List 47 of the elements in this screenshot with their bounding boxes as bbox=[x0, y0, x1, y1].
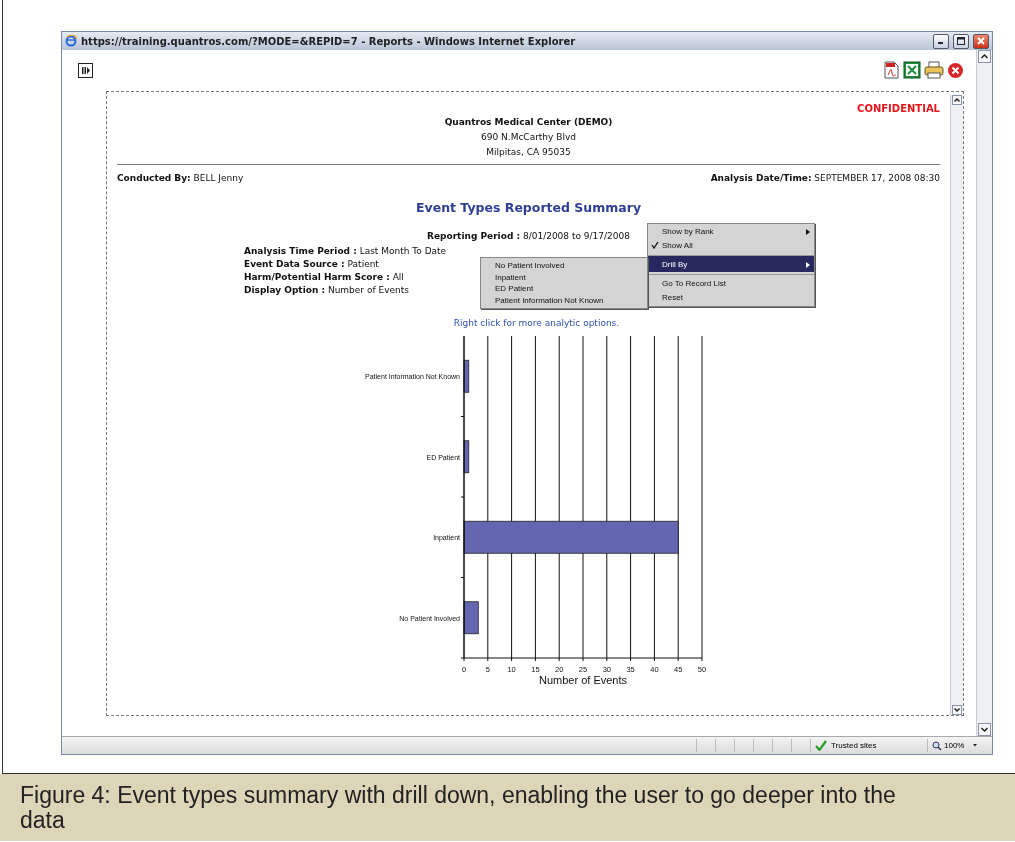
conducted-by-text: Conducted By: BELL Jenny bbox=[117, 172, 244, 183]
bar bbox=[463, 359, 470, 393]
close-icon bbox=[977, 37, 985, 45]
minimize-button[interactable] bbox=[933, 33, 949, 49]
printer-icon[interactable] bbox=[924, 61, 944, 80]
menu-item[interactable]: Patient Information Not Known bbox=[481, 294, 647, 306]
parameter-text: Display Option : Number of Events bbox=[244, 283, 409, 297]
menu-item[interactable]: Inpatient bbox=[481, 271, 647, 283]
analysis-date-text: Analysis Date/Time: SEPTEMBER 17, 2008 08:30 bbox=[710, 172, 940, 183]
bar bbox=[463, 440, 470, 474]
maximize-icon bbox=[957, 37, 965, 45]
menu-item[interactable]: ED Patient bbox=[481, 282, 647, 295]
scrollbar[interactable] bbox=[950, 94, 963, 715]
parameter-text: Analysis Time Period : Last Month To Date bbox=[244, 244, 447, 258]
address-line: Milpitas, CA 95035 bbox=[485, 145, 572, 159]
close-icon[interactable] bbox=[947, 61, 964, 79]
scroll-down-icon[interactable] bbox=[978, 723, 991, 736]
address-line: 690 N.McCarthy Blvd bbox=[480, 130, 577, 144]
scroll-down-icon[interactable] bbox=[952, 705, 962, 715]
zoom-icon[interactable] bbox=[932, 740, 942, 751]
menu-item[interactable]: Show All bbox=[648, 238, 814, 253]
confidential-label: CONFIDENTIAL bbox=[857, 102, 940, 114]
spreadsheet-icon[interactable] bbox=[903, 61, 921, 80]
zoom-level-text[interactable]: 100% bbox=[944, 741, 965, 750]
scrollbar[interactable] bbox=[976, 50, 992, 736]
menu-item[interactable]: Reset bbox=[648, 290, 814, 305]
parameter-text: Harm/Potential Harm Score : All bbox=[244, 270, 404, 284]
organization-name: Quantros Medical Center (DEMO) bbox=[443, 115, 614, 129]
report-title: Event Types Reported Summary bbox=[414, 199, 643, 215]
security-zone-text: Trusted sites bbox=[831, 741, 877, 750]
pdf-icon[interactable] bbox=[882, 61, 900, 80]
menu-item[interactable]: No Patient Involved bbox=[481, 259, 647, 272]
menu-item[interactable]: Show by Rank bbox=[648, 224, 814, 239]
maximize-button[interactable] bbox=[953, 33, 969, 49]
axis-title: Number of Events bbox=[539, 673, 627, 686]
figure-caption: Figure 4: Event types summary with drill down, enabling the user to go deeper into the data bbox=[0, 774, 1015, 841]
scroll-up-icon[interactable] bbox=[978, 50, 991, 63]
close-button[interactable] bbox=[973, 33, 989, 49]
checkmark-icon bbox=[815, 740, 827, 751]
panel-toggle-icon[interactable] bbox=[78, 62, 93, 78]
browser-icon bbox=[65, 35, 77, 47]
reporting-period-text: Reporting Period : 8/01/2008 to 9/17/2008 bbox=[427, 230, 630, 241]
menu-item[interactable]: Drill By bbox=[648, 254, 814, 272]
window-title: https://training.quantros.com/?MODE=&REPID=7 - Reports - Windows Internet Explorer bbox=[81, 35, 577, 47]
hint-text: Right click for more analytic options. bbox=[452, 317, 621, 328]
scroll-up-icon[interactable] bbox=[952, 94, 962, 105]
parameter-text: Event Data Source : Patient bbox=[244, 257, 379, 271]
